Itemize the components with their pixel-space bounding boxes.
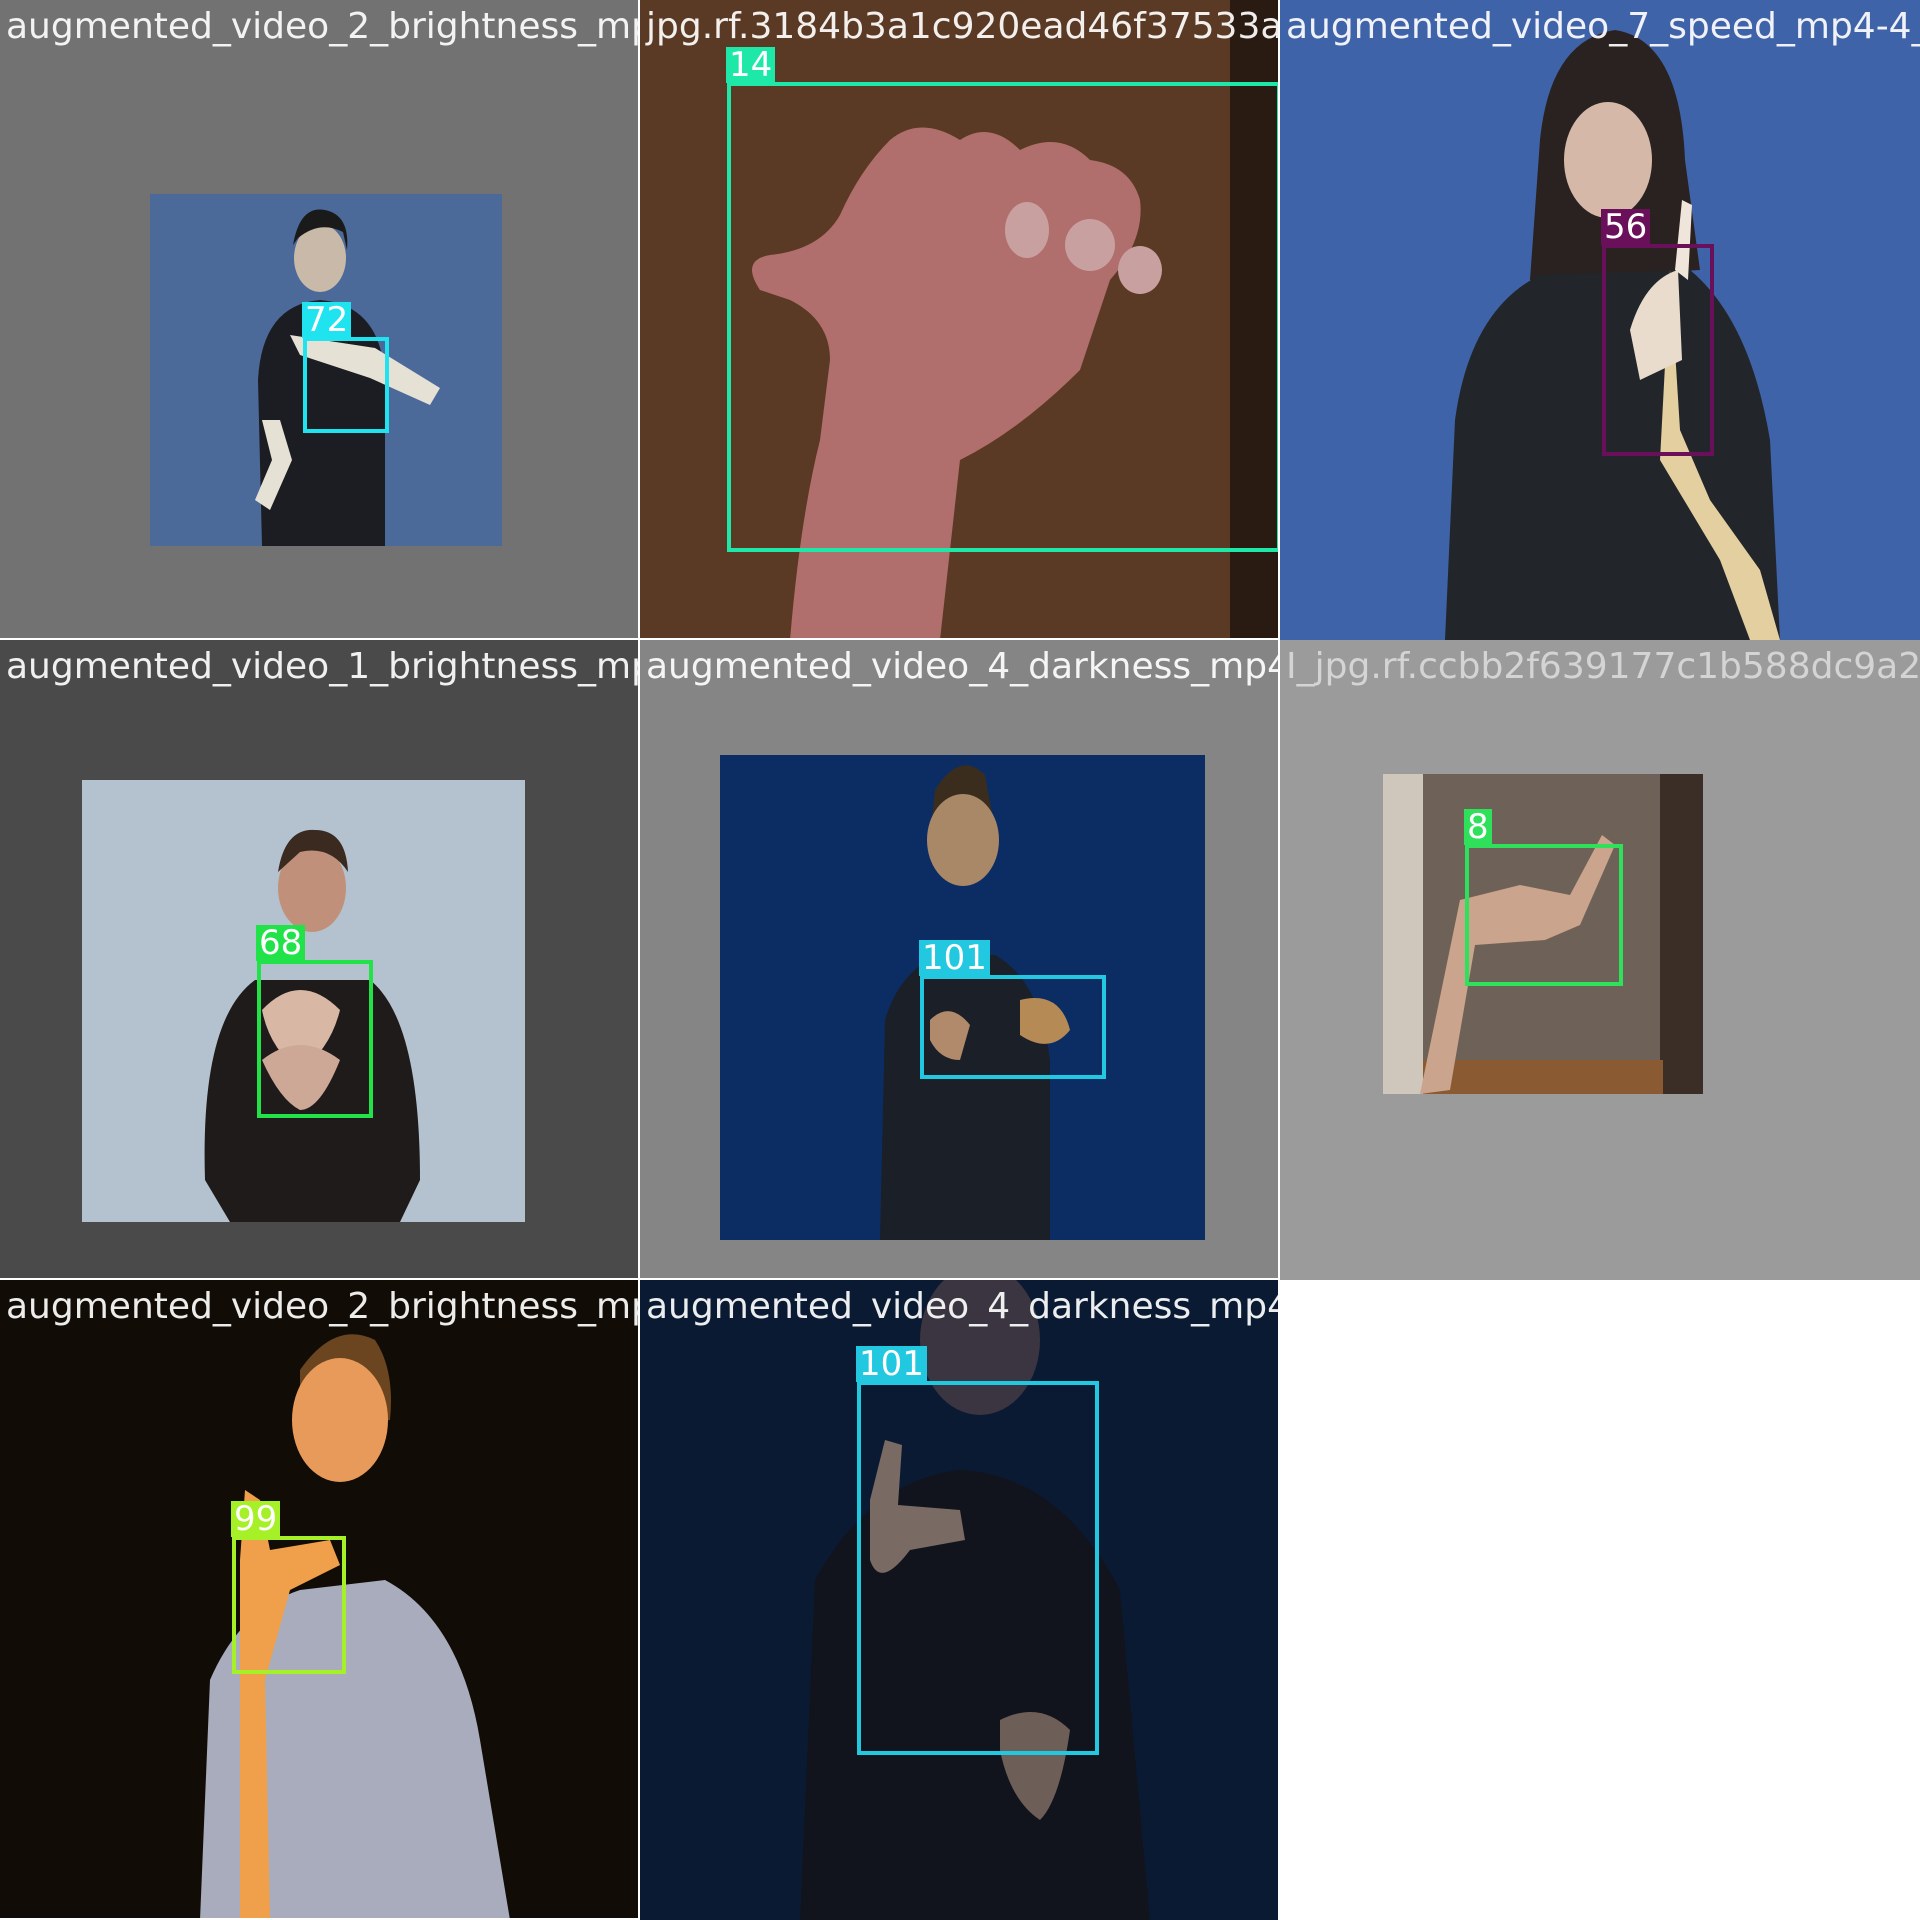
bbox-label-14: 14 [726,47,776,83]
tile-9-empty [1280,1280,1920,1920]
tile-2: 14 jpg.rf.3184b3a1c920ead46f37533a51df1b [640,0,1280,640]
bbox-101a [920,975,1106,1079]
bbox-14 [727,82,1278,552]
tile-4: 68 augmented_video_1_brightness_mp4-30_j… [0,640,640,1280]
bbox-8 [1465,844,1623,986]
bbox-label-99: 99 [231,1501,281,1537]
bbox-68 [257,960,373,1118]
bbox-101b [857,1381,1099,1755]
bbox-56 [1602,244,1714,456]
bbox-label-68: 68 [256,925,306,961]
bbox-72 [303,337,389,433]
bbox-99 [232,1536,346,1674]
image-mosaic: 72 augmented_video_2_brightness_mp4-89_j… [0,0,1920,1920]
bbox-label-101b: 101 [856,1346,927,1382]
tile-1: 72 augmented_video_2_brightness_mp4-89_j… [0,0,640,640]
tile-7: 99 augmented_video_2_brightness_mp4-3_jp… [0,1280,640,1920]
tile-3: 56 augmented_video_7_speed_mp4-4_jp [1280,0,1920,640]
bbox-label-72: 72 [302,302,352,338]
tile-8: 101 augmented_video_4_darkness_mp4-20_jp… [640,1280,1280,1920]
bbox-label-8: 8 [1464,809,1492,845]
bbox-label-56: 56 [1601,209,1651,245]
bbox-label-101a: 101 [919,940,990,976]
tile-3-image [1280,0,1920,640]
tile-6: 8 I_jpg.rf.ccbb2f639177c1b588dc9a28 [1280,640,1920,1280]
tile-5: 101 augmented_video_4_darkness_mp4-18_jp… [640,640,1280,1280]
